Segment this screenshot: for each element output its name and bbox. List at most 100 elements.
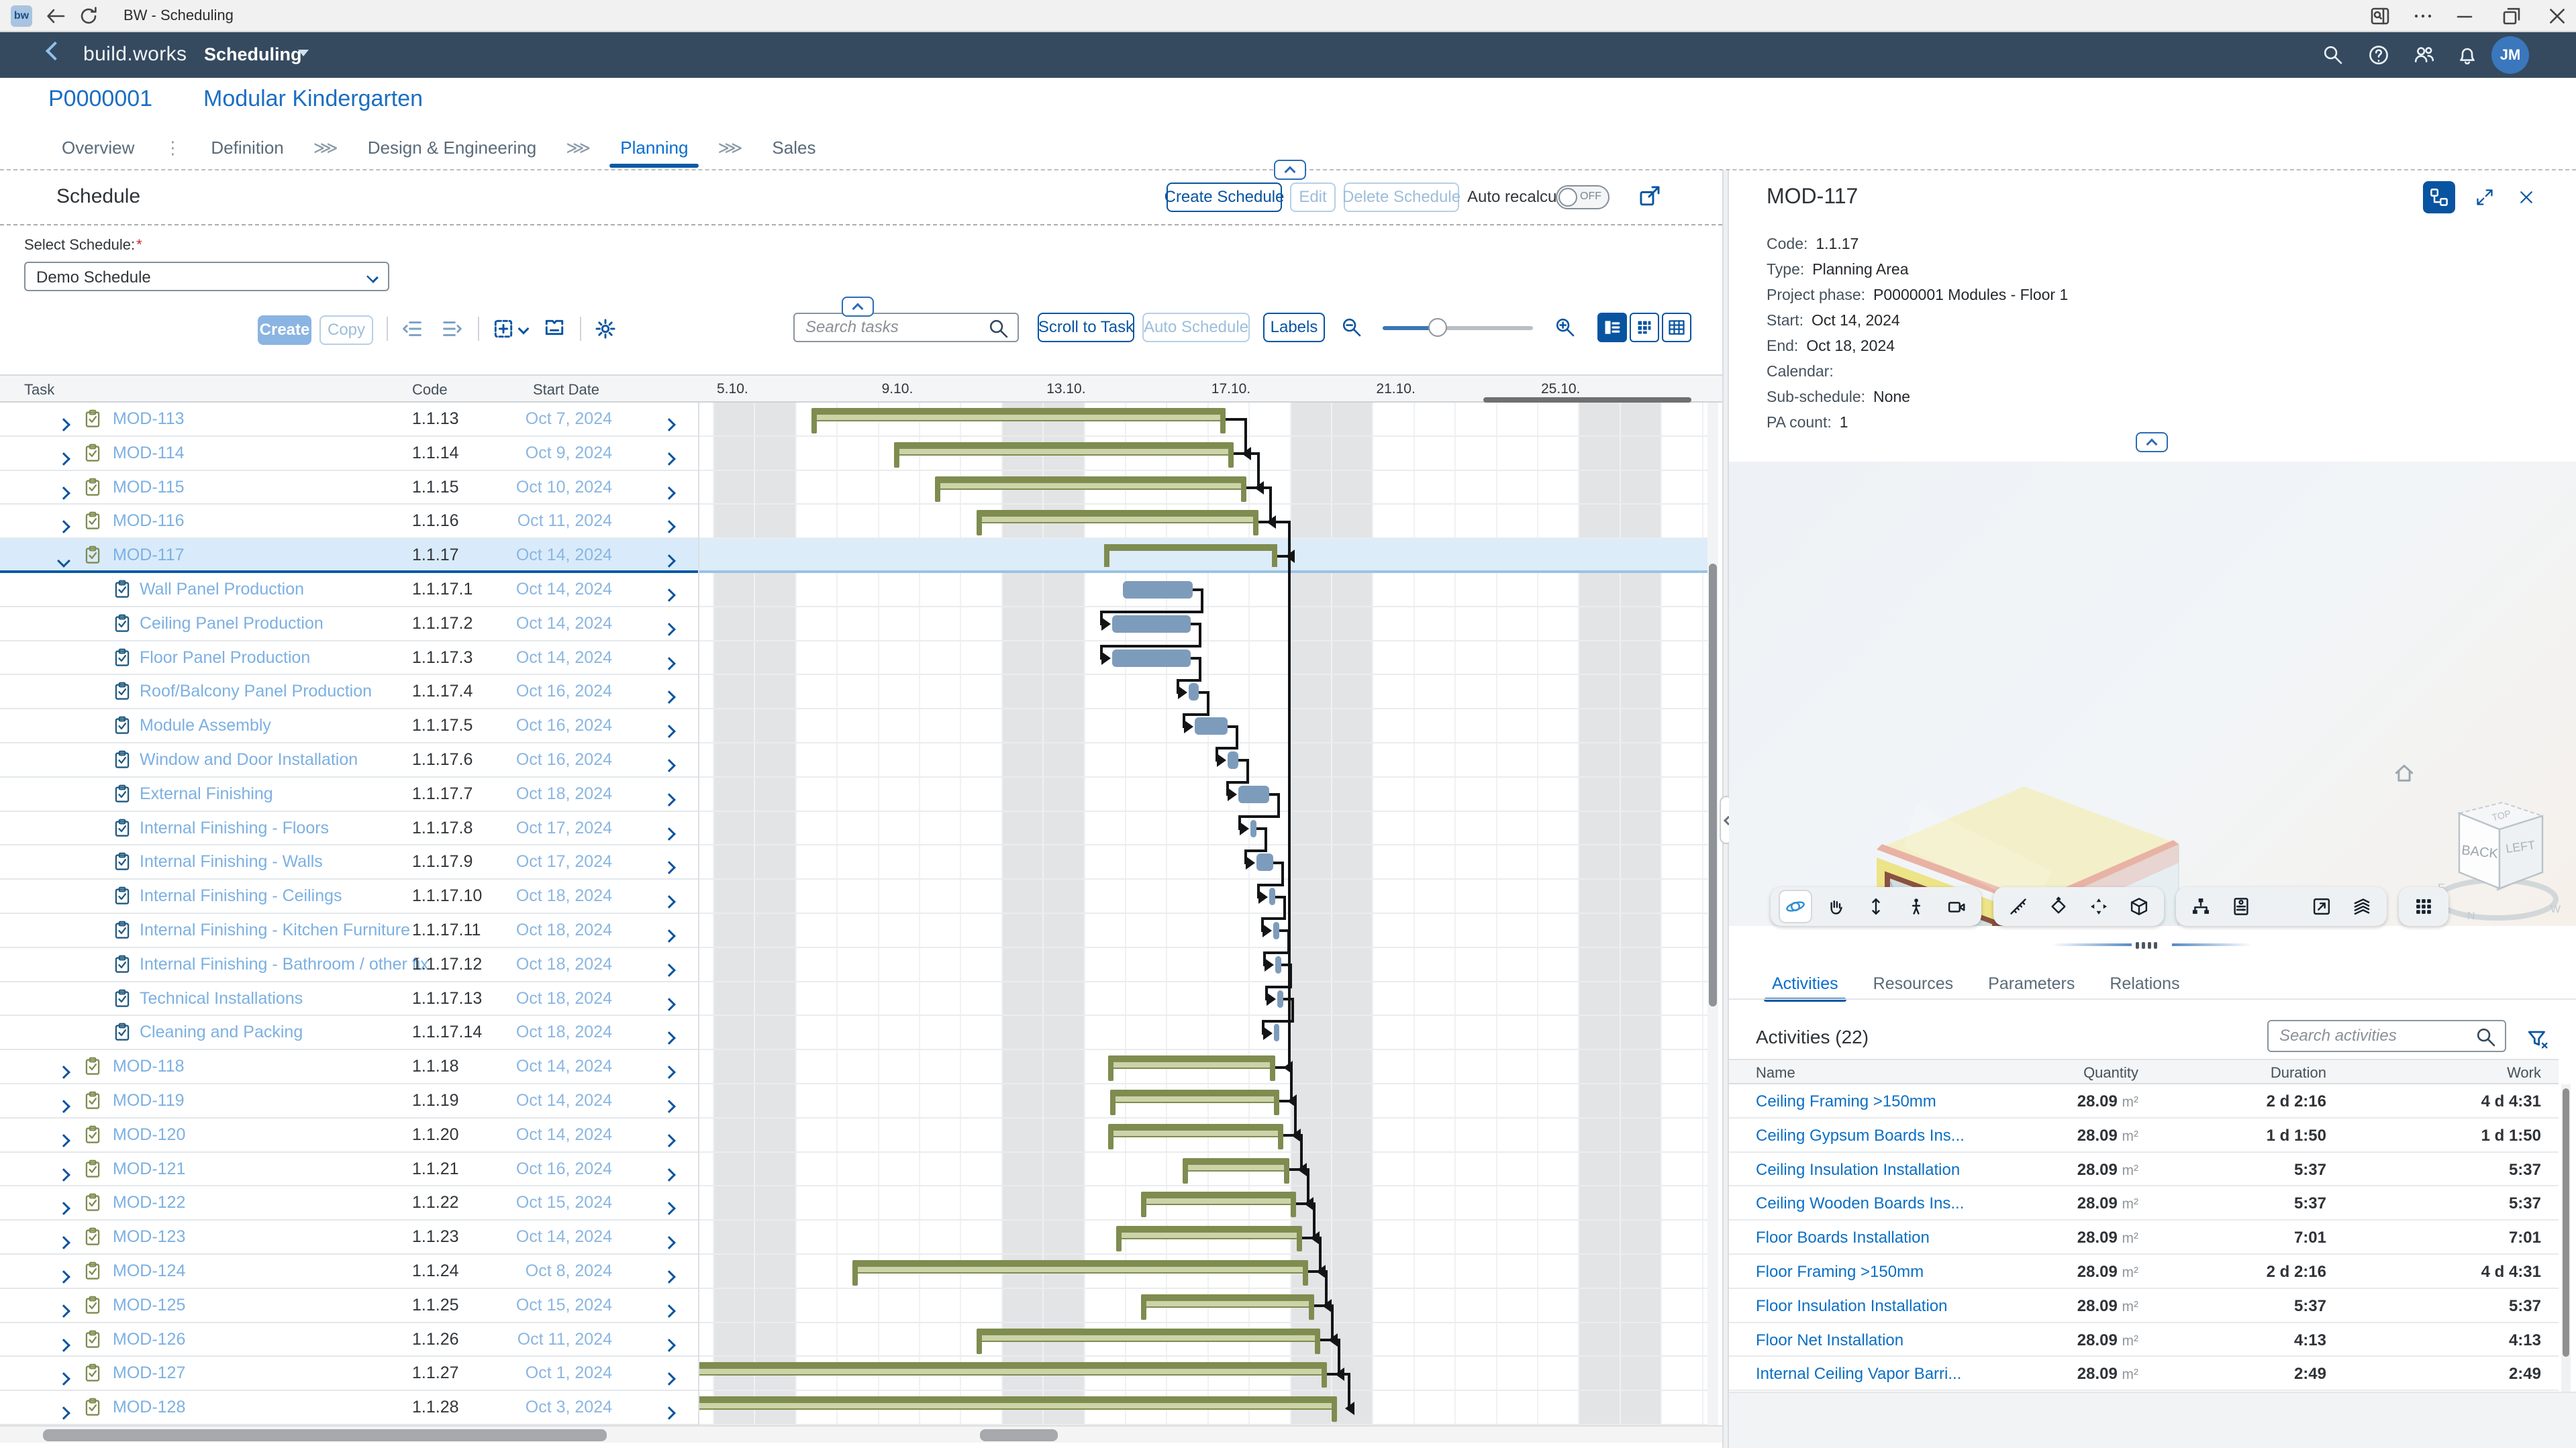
view-gantt-button[interactable] bbox=[1597, 313, 1627, 342]
panel-tab-parameters[interactable]: Parameters bbox=[1988, 974, 2075, 994]
task-row-technical-installations[interactable]: Technical Installations1.1.17.13Oct 18, … bbox=[0, 982, 698, 1017]
expand-icon[interactable] bbox=[59, 1198, 68, 1218]
browser-reload-icon[interactable] bbox=[78, 5, 99, 27]
task-name[interactable]: MOD-115 bbox=[113, 478, 185, 497]
gantt-bar-mod-124[interactable] bbox=[852, 1260, 1307, 1274]
edit-button[interactable]: Edit bbox=[1290, 183, 1336, 212]
close-panel-icon[interactable] bbox=[2510, 181, 2542, 213]
gantt-bar-mod-115[interactable] bbox=[935, 476, 1246, 490]
search-activities-input[interactable] bbox=[2267, 1020, 2506, 1052]
gantt-bar-mod-117[interactable] bbox=[1104, 544, 1277, 560]
task-row-internal-finishing-bathroom-other-fix-[interactable]: Internal Finishing - Bathroom / other fi… bbox=[0, 948, 698, 982]
gantt-bar-mod-114[interactable] bbox=[894, 442, 1234, 456]
shell-notifications-icon[interactable] bbox=[2457, 44, 2478, 66]
shell-users-icon[interactable] bbox=[2414, 44, 2435, 66]
task-row-internal-finishing-kitchen-furniture[interactable]: Internal Finishing - Kitchen Furniture1.… bbox=[0, 914, 698, 948]
gantt-bar-mod-125[interactable] bbox=[1141, 1294, 1314, 1308]
gantt-bar-mod-126[interactable] bbox=[977, 1329, 1321, 1342]
window-minimize-icon[interactable] bbox=[2454, 5, 2475, 27]
window-restore-icon[interactable] bbox=[2501, 5, 2522, 27]
walk-tool-icon[interactable] bbox=[1905, 895, 1928, 918]
collapse-header-chip[interactable] bbox=[1274, 160, 1306, 180]
insert-task-icon[interactable] bbox=[491, 317, 515, 341]
activity-row[interactable]: Ceiling Insulation Installation28.09 m²5… bbox=[1729, 1153, 2559, 1187]
task-row-mod-118[interactable]: MOD-1181.1.18Oct 14, 2024 bbox=[0, 1050, 698, 1084]
shell-back-icon[interactable] bbox=[46, 42, 64, 60]
task-row-mod-114[interactable]: MOD-1141.1.14Oct 9, 2024 bbox=[0, 437, 698, 471]
gantt-horizontal-mini-scrollbar[interactable] bbox=[1483, 397, 1691, 403]
task-name[interactable]: MOD-121 bbox=[113, 1159, 185, 1179]
task-name[interactable]: MOD-113 bbox=[113, 409, 185, 429]
task-row-window-and-door-installation[interactable]: Window and Door Installation1.1.17.6Oct … bbox=[0, 743, 698, 778]
gantt-bar-mod-120[interactable] bbox=[1108, 1124, 1283, 1137]
gantt-bar-mod-122[interactable] bbox=[1141, 1192, 1295, 1205]
gantt-bar-mod-127[interactable] bbox=[698, 1362, 1327, 1376]
task-navigate-icon[interactable] bbox=[664, 483, 674, 503]
section-tool-icon[interactable] bbox=[2047, 895, 2070, 918]
task-navigate-icon[interactable] bbox=[664, 585, 674, 605]
gantt-bar-mod-119[interactable] bbox=[1110, 1090, 1279, 1103]
schedule-select[interactable]: Demo Schedule bbox=[24, 262, 389, 291]
gantt-bar-mod-121[interactable] bbox=[1183, 1158, 1290, 1172]
task-name[interactable]: MOD-126 bbox=[113, 1330, 185, 1349]
task-name[interactable]: MOD-118 bbox=[113, 1057, 185, 1076]
task-navigate-icon[interactable] bbox=[664, 892, 674, 911]
pane-splitter[interactable] bbox=[1722, 170, 1729, 1448]
task-navigate-icon[interactable] bbox=[664, 1096, 674, 1116]
task-row-ceiling-panel-production[interactable]: Ceiling Panel Production1.1.17.2Oct 14, … bbox=[0, 607, 698, 641]
gantt-bar-wall-panel-production[interactable] bbox=[1123, 581, 1193, 599]
zoom-slider-thumb[interactable] bbox=[1428, 318, 1447, 337]
activity-row[interactable]: Floor Framing >150mm28.09 m²2 d 2:164 d … bbox=[1729, 1255, 2559, 1289]
task-row-mod-115[interactable]: MOD-1151.1.15Oct 10, 2024 bbox=[0, 471, 698, 505]
expand-icon[interactable] bbox=[59, 517, 68, 536]
collapse-icon[interactable] bbox=[59, 551, 68, 570]
task-row-internal-finishing-walls[interactable]: Internal Finishing - Walls1.1.17.9Oct 17… bbox=[0, 845, 698, 880]
clip-tool-icon[interactable] bbox=[2087, 895, 2110, 918]
delete-schedule-button[interactable]: Delete Schedule bbox=[1344, 183, 1459, 212]
gantt-bar-floor-panel-production[interactable] bbox=[1112, 650, 1191, 667]
tab-overview[interactable]: Overview bbox=[62, 138, 134, 158]
expand-icon[interactable] bbox=[59, 1165, 68, 1184]
task-row-floor-panel-production[interactable]: Floor Panel Production1.1.17.3Oct 14, 20… bbox=[0, 641, 698, 676]
panel-resize-handle[interactable] bbox=[1729, 939, 2576, 950]
task-navigate-icon[interactable] bbox=[664, 1369, 674, 1388]
grid-tool-icon[interactable] bbox=[2412, 895, 2435, 918]
task-name[interactable]: MOD-119 bbox=[113, 1091, 185, 1110]
auto-schedule-button[interactable]: Auto Schedule bbox=[1142, 313, 1250, 342]
task-name[interactable]: Ceiling Panel Production bbox=[140, 614, 324, 633]
task-row-mod-124[interactable]: MOD-1241.1.24Oct 8, 2024 bbox=[0, 1255, 698, 1289]
model-viewer[interactable]: BACK LEFT TOP E N W bbox=[1729, 462, 2576, 926]
task-navigate-icon[interactable] bbox=[664, 449, 674, 468]
collapse-filters-chip[interactable] bbox=[842, 297, 874, 317]
filter-icon[interactable] bbox=[2526, 1028, 2549, 1051]
auto-recalculate-toggle[interactable]: OFF bbox=[1556, 185, 1609, 209]
activity-name-link[interactable]: Ceiling Wooden Boards Ins... bbox=[1756, 1194, 1964, 1213]
task-navigate-icon[interactable] bbox=[664, 926, 674, 945]
task-name[interactable]: Floor Panel Production bbox=[140, 648, 310, 668]
task-navigate-icon[interactable] bbox=[664, 858, 674, 877]
task-name[interactable]: Internal Finishing - Kitchen Furniture bbox=[140, 921, 410, 940]
tab-design-engineering[interactable]: Design & Engineering bbox=[368, 138, 537, 158]
task-name[interactable]: Wall Panel Production bbox=[140, 580, 304, 599]
task-name[interactable]: External Finishing bbox=[140, 784, 273, 804]
task-name[interactable]: MOD-120 bbox=[113, 1125, 185, 1145]
brand-logo[interactable]: build.works bbox=[83, 43, 187, 66]
task-navigate-icon[interactable] bbox=[664, 1267, 674, 1286]
task-row-mod-120[interactable]: MOD-1201.1.20Oct 14, 2024 bbox=[0, 1119, 698, 1153]
activity-name-link[interactable]: Floor Insulation Installation bbox=[1756, 1297, 1948, 1316]
gantt-bar-mod-113[interactable] bbox=[811, 408, 1226, 421]
gantt-bar-ceiling-panel-production[interactable] bbox=[1112, 615, 1191, 633]
gantt-bar-mod-128[interactable] bbox=[698, 1396, 1337, 1410]
tab-sales[interactable]: Sales bbox=[772, 138, 815, 158]
task-row-mod-123[interactable]: MOD-1231.1.23Oct 14, 2024 bbox=[0, 1221, 698, 1255]
browser-sidebar-search-icon[interactable] bbox=[2369, 5, 2391, 27]
tab-definition[interactable]: Definition bbox=[211, 138, 283, 158]
task-name[interactable]: MOD-116 bbox=[113, 511, 185, 531]
zoom-out-icon[interactable] bbox=[1341, 317, 1363, 338]
measure-tool-icon[interactable] bbox=[2007, 895, 2030, 918]
labels-button[interactable]: Labels bbox=[1263, 313, 1325, 342]
search-tasks-icon[interactable] bbox=[988, 318, 1009, 340]
table-settings-icon[interactable] bbox=[593, 317, 617, 341]
copy-task-button[interactable]: Copy bbox=[319, 315, 373, 345]
task-row-mod-128[interactable]: MOD-1281.1.28Oct 3, 2024 bbox=[0, 1391, 698, 1425]
